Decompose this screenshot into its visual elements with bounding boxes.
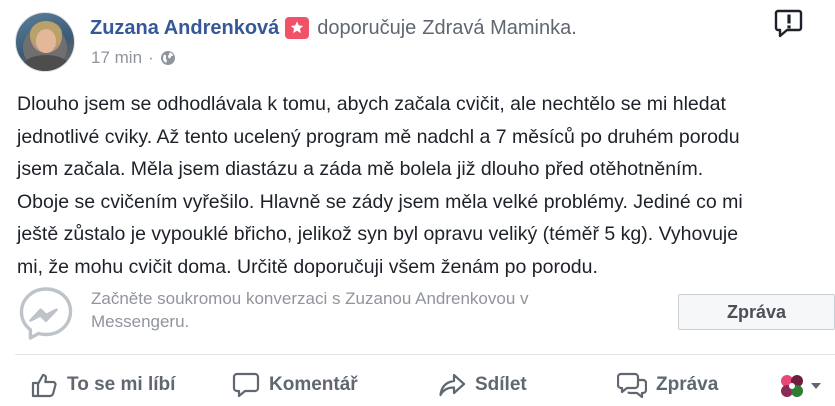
comment-button[interactable]: Komentář [232,368,358,402]
message-button[interactable]: Zpráva [617,368,718,402]
report-flag-icon[interactable] [774,8,804,38]
share-label: Sdílet [475,374,527,395]
post-timestamp[interactable]: 17 min [91,48,142,68]
post-text-line: mi, že mohu cvičit doma. Určitě doporuču… [17,255,598,278]
recommends-text: doporučuje [317,16,417,39]
reactions-menu-button[interactable] [778,372,824,400]
actions-divider [15,354,835,355]
share-button[interactable]: Sdílet [438,368,527,402]
post-text-line: Dlouho jsem se odhodlávala k tomu, abych… [17,93,726,115]
like-label: To se mi líbí [67,374,176,395]
messenger-prompt-line: Messengeru. [91,311,190,331]
post-text-line: Oboje se cvičením vyřešilo. Hlavně se zá… [17,190,743,213]
reactions-menu-icon [781,375,821,397]
avatar-shoulders [22,55,70,71]
post-text-line: ještě zůstalo je vypouklé břicho, jeliko… [17,223,739,245]
messenger-prompt-line: Začněte soukromou konverzaci s Zuzanou A… [91,289,529,308]
recommendation-star-icon [285,17,310,39]
messenger-icon [19,287,73,340]
post-body: Dlouho jsem se odhodlávala k tomu, abych… [17,88,827,283]
share-arrow-icon [439,373,466,397]
message-label: Zpráva [656,374,719,395]
comment-label: Komentář [269,374,358,395]
meta-separator: · [148,48,154,67]
post-text-line: jsem začala. Měla jsem diastázu a záda m… [17,158,704,180]
send-message-button[interactable]: Zpráva [678,294,835,330]
post-meta: 17 min · [91,48,176,68]
comment-bubble-icon [232,372,260,398]
globe-icon[interactable] [160,50,176,66]
message-bubble-icon [617,372,647,399]
post-text-line: jednotlivé cviky. Až tento ucelený progr… [17,125,740,148]
like-button[interactable]: To se mi líbí [30,368,175,402]
page-name-link[interactable]: Zdravá Maminka. [422,17,577,40]
author-avatar[interactable] [15,12,75,72]
avatar-face [36,29,56,53]
messenger-prompt: Začněte soukromou konverzaci s Zuzanou A… [91,288,611,333]
author-name-link[interactable]: Zuzana Andrenková [90,17,279,40]
post-header: Zuzana Andrenková doporučuje Zdravá Mami… [90,14,577,42]
thumbs-up-icon [31,373,57,398]
